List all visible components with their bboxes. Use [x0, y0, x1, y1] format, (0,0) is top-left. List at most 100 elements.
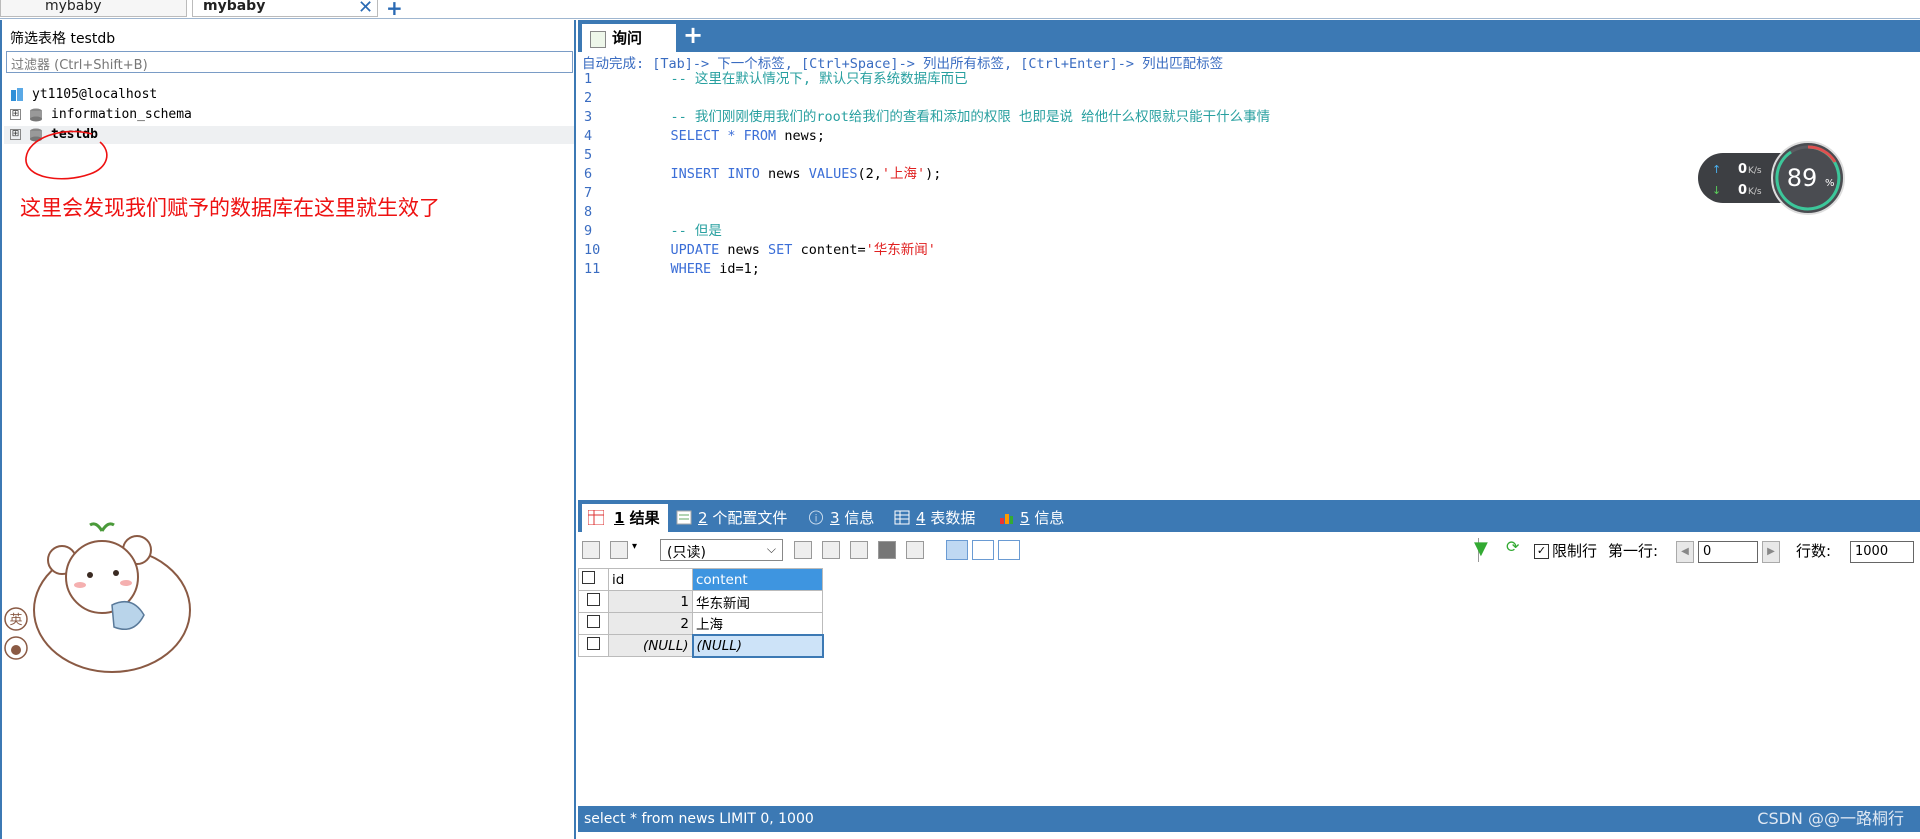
connection-tab-active[interactable]: mybaby — [192, 0, 378, 17]
filter-input[interactable]: 过滤器 (Ctrl+Shift+B) — [6, 51, 573, 73]
cell-content[interactable]: (NULL) — [691, 633, 824, 658]
result-toolbar: ▾ (只读) ⌵ ▼ ⟳ ✓ 限制行 第一行: ◀ 0 ▶ 行数: 1000 — [578, 532, 1920, 568]
next-page-button[interactable]: ▶ — [1762, 541, 1780, 563]
line-number: 2 — [584, 90, 593, 106]
connection-tab[interactable]: mybaby — [0, 0, 187, 17]
expand-icon[interactable]: ⊞ — [10, 109, 21, 120]
code-token: -- 这里在默认情况下, 默认只有系统数据库而已 — [638, 71, 968, 87]
upload-unit: K/s — [1748, 166, 1762, 176]
line-number: 10 — [584, 242, 601, 258]
result-tab-bar: 1 结果 2 个配置文件 i 3 信息 4 表数据 5 信息 — [578, 500, 1920, 532]
bear-sticker-image: 英 — [4, 522, 191, 673]
query-tab-bar: 询问 + — [578, 20, 1920, 52]
code-token: news; — [784, 128, 825, 144]
tab-results-label: 结果 — [624, 509, 660, 527]
tab-info-2-label: 信息 — [1029, 509, 1065, 527]
tree-connection-node[interactable]: yt1105@localhost — [10, 86, 157, 104]
save-icon[interactable] — [850, 541, 868, 559]
limit-rows-label: 限制行 — [1552, 542, 1598, 560]
grid-view-button[interactable] — [946, 540, 968, 560]
close-tab-icon[interactable]: ✕ — [358, 0, 373, 18]
tab-table-data-label: 表数据 — [925, 509, 976, 527]
tree-db-node[interactable]: ⊞ information_schema — [10, 106, 192, 124]
code-text: -- 我们刚刚使用我们的root给我们的查看和添加的权限 也即是说 给他什么权限… — [638, 108, 1271, 126]
annotation-text: 这里会发现我们赋予的数据库在这里就生效了 — [20, 196, 440, 220]
table-row-new[interactable]: (NULL) (NULL) — [578, 633, 824, 658]
tab-table-data-num: 4 — [916, 509, 926, 527]
code-token: content= — [800, 242, 866, 258]
code-token: SELECT * FROM — [638, 128, 785, 144]
table-row[interactable]: 2 上海 — [578, 612, 823, 635]
cell-content[interactable]: 上海 — [692, 612, 823, 635]
tab-query-label: 询问 — [612, 29, 643, 47]
tab-info[interactable]: i 3 信息 — [804, 504, 874, 532]
code-token: UPDATE — [638, 242, 728, 258]
app-window: mybaby mybaby ✕ + 筛选表格 testdb 过滤器 (Ctrl+… — [0, 0, 1920, 839]
grid-icon — [588, 510, 604, 525]
expand-icon[interactable]: ⊞ — [10, 129, 21, 140]
code-token: id=1; — [719, 261, 760, 277]
line-number: 1 — [584, 71, 593, 87]
column-header-id[interactable]: id — [608, 568, 693, 591]
add-row-icon[interactable] — [582, 541, 600, 559]
readonly-select[interactable]: (只读) ⌵ — [660, 539, 783, 561]
database-icon — [30, 108, 42, 121]
refresh-grid-icon[interactable] — [906, 541, 924, 559]
cell-id[interactable]: 2 — [608, 612, 693, 635]
tab-query[interactable]: 询问 — [582, 24, 676, 52]
tab-profiles-num: 2 — [698, 509, 708, 527]
row-checkbox[interactable] — [578, 612, 609, 635]
annotation-circle — [25, 130, 108, 180]
add-connection-tab-button[interactable]: + — [386, 0, 403, 20]
download-unit: K/s — [1748, 187, 1762, 197]
line-number: 4 — [584, 128, 593, 144]
export-icon[interactable] — [610, 541, 628, 559]
text-view-button[interactable] — [998, 540, 1020, 560]
code-text: INSERT INTO news VALUES(2,'上海'); — [638, 165, 942, 183]
network-speed-widget: ↑ ↓ 0 K/s 0 K/s 89 % — [1698, 141, 1845, 215]
edit-row-icon[interactable] — [822, 541, 840, 559]
duplicate-row-icon[interactable] — [794, 541, 812, 559]
code-token: VALUES — [808, 166, 858, 182]
chevron-down-icon[interactable]: ▾ — [632, 541, 637, 552]
tab-info-2[interactable]: 5 信息 — [994, 504, 1064, 532]
column-header-content[interactable]: content — [692, 568, 823, 591]
row-checkbox[interactable] — [578, 590, 609, 613]
rows-input[interactable]: 1000 — [1850, 541, 1914, 563]
table-row[interactable]: 1 华东新闻 — [578, 590, 823, 613]
form-view-button[interactable] — [972, 540, 994, 560]
connection-label: yt1105@localhost — [32, 87, 158, 102]
cell-content[interactable]: 华东新闻 — [692, 590, 823, 613]
chart-icon — [1000, 514, 1013, 524]
status-query-text: select * from news LIMIT 0, 1000 — [584, 811, 814, 827]
code-token: '华东新闻' — [865, 242, 936, 258]
tab-table-data[interactable]: 4 表数据 — [890, 504, 975, 532]
tab-results[interactable]: 1 结果 — [582, 504, 668, 532]
add-query-tab-button[interactable]: + — [678, 21, 708, 49]
connection-tab-bar: mybaby mybaby ✕ + — [0, 0, 1920, 20]
sql-editor[interactable]: 自动完成: [Tab]-> 下一个标签, [Ctrl+Space]-> 列出所有… — [578, 52, 1920, 500]
filter-icon[interactable]: ▼ — [1474, 538, 1488, 559]
prev-page-button[interactable]: ◀ — [1676, 541, 1694, 563]
first-row-label: 第一行: — [1608, 542, 1659, 560]
code-token: news — [768, 166, 809, 182]
limit-rows-checkbox[interactable]: ✓ 限制行 — [1534, 540, 1597, 561]
code-text: UPDATE news SET content='华东新闻' — [638, 241, 936, 259]
tab-profiles-label: 个配置文件 — [707, 509, 788, 527]
cell-id[interactable]: (NULL) — [608, 634, 693, 657]
code-token: news — [727, 242, 769, 258]
code-token: '上海' — [881, 166, 926, 182]
delete-icon[interactable] — [878, 541, 896, 559]
line-number: 8 — [584, 204, 593, 220]
select-all-checkbox[interactable] — [578, 568, 609, 591]
cell-id[interactable]: 1 — [608, 590, 693, 613]
percent-sign: % — [1825, 178, 1835, 189]
info-icon: i — [808, 510, 824, 525]
code-text: -- 这里在默认情况下, 默认只有系统数据库而已 — [638, 70, 968, 88]
refresh-icon[interactable]: ⟳ — [1506, 537, 1519, 556]
grid-header-row: id content — [578, 568, 823, 591]
first-row-input[interactable]: 0 — [1698, 541, 1758, 563]
code-token: (2, — [857, 166, 882, 182]
tab-profiles[interactable]: 2 个配置文件 — [672, 504, 787, 532]
row-checkbox[interactable] — [578, 634, 609, 657]
